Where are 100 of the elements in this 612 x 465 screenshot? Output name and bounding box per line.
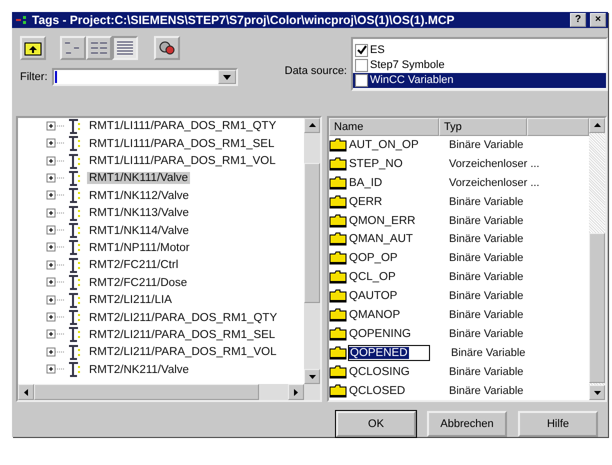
tree-item[interactable]: RMT2/LI211/LIA	[87, 294, 174, 306]
tree-item[interactable]: RMT2/FC211/Ctrl	[87, 259, 180, 272]
tag-icon	[69, 223, 81, 238]
tag-icon	[69, 240, 81, 256]
tree-item[interactable]: RMT1/NK114/Valve	[87, 224, 191, 237]
folder-icon	[329, 138, 347, 152]
scroll-down-icon[interactable]	[594, 390, 600, 394]
column-header[interactable]: Typ	[439, 118, 527, 136]
tag-type: Binäre Variable	[449, 214, 524, 227]
tag-name[interactable]: QCLOSING	[348, 366, 449, 378]
scroll-right-icon[interactable]	[294, 388, 298, 396]
tree-item[interactable]: RMT1/NP111/Motor	[87, 242, 192, 254]
tag-icon	[69, 188, 81, 204]
tree-item[interactable]: RMT1/LI111/PARA_DOS_RM1_VOL	[87, 155, 278, 167]
folder-icon	[329, 289, 347, 304]
tag-type: Vorzeichenloser ...	[449, 176, 540, 189]
tag-type: Binäre Variable	[449, 290, 524, 302]
tag-icon	[69, 275, 81, 290]
tree-item[interactable]: RMT1/NK111/Valve	[87, 172, 190, 184]
small-icons-view-icon	[64, 40, 82, 56]
app-icon	[16, 15, 28, 26]
tree-item[interactable]: RMT2/FC211/Dose	[87, 276, 190, 289]
folder-icon	[329, 308, 347, 322]
tag-type: Binäre Variable	[451, 346, 526, 359]
tag-name[interactable]: QOPENING	[348, 328, 449, 340]
tag-name[interactable]: QERR	[348, 196, 449, 208]
data-source-label: Data source:	[284, 64, 347, 77]
list-view-button[interactable]	[86, 36, 112, 60]
tag-name[interactable]: QMAN_AUT	[348, 233, 449, 246]
folder-icon	[329, 364, 347, 379]
name-edit-field[interactable]: QOPENED	[348, 344, 430, 361]
scroll-up-icon[interactable]	[594, 123, 600, 128]
scroll-left-icon[interactable]	[24, 388, 28, 396]
checkbox[interactable]	[355, 58, 368, 72]
folder-icon	[329, 384, 347, 398]
small-icons-view-button[interactable]	[60, 36, 86, 60]
tag-name[interactable]: QMANOP	[348, 308, 449, 321]
tag-name[interactable]: BA_ID	[348, 176, 449, 189]
vertical-scrollbar[interactable]	[589, 118, 605, 400]
horizontal-scrollbar[interactable]	[18, 384, 320, 400]
filter-view-button[interactable]	[154, 36, 180, 60]
tag-type: Binäre Variable	[449, 384, 524, 397]
data-source-item[interactable]: ES	[353, 42, 606, 58]
tree-item[interactable]: RMT1/NK113/Valve	[87, 207, 191, 220]
tag-type: Binäre Variable	[449, 138, 524, 151]
folder-icon	[329, 326, 347, 341]
tree-item[interactable]: RMT1/NK112/Valve	[87, 190, 191, 202]
tag-type: Binäre Variable	[449, 252, 524, 264]
tag-icon	[69, 154, 81, 168]
details-view-icon	[116, 40, 134, 56]
dropdown-arrow-icon[interactable]	[222, 74, 230, 80]
tree-item[interactable]: RMT2/LI211/PARA_DOS_RM1_SEL	[87, 328, 278, 341]
data-source-item[interactable]: Step7 Symbole	[353, 58, 606, 73]
folder-icon	[329, 214, 347, 228]
folder-icon	[329, 251, 347, 266]
tag-icon	[69, 327, 81, 342]
up-view-button[interactable]	[20, 36, 46, 60]
checkbox[interactable]	[355, 74, 368, 87]
scroll-down-icon[interactable]	[308, 374, 316, 378]
folder-up-icon	[24, 40, 42, 56]
details-view-button[interactable]	[112, 36, 138, 60]
tree-item[interactable]: RMT1/LI111/PARA_DOS_RM1_QTY	[87, 120, 278, 132]
close-button[interactable]: ×	[590, 13, 606, 28]
tree-item[interactable]: RMT2/NK211/Valve	[87, 364, 191, 376]
tag-type: Binäre Variable	[449, 196, 524, 208]
tag-icon	[69, 310, 81, 326]
folder-icon	[329, 156, 347, 171]
ok-button[interactable]: OK	[336, 411, 416, 437]
tag-type: Binäre Variable	[449, 366, 524, 378]
tag-name[interactable]: QMON_ERR	[348, 214, 449, 227]
tag-type: Binäre Variable	[449, 233, 524, 246]
tag-name[interactable]: AUT_ON_OP	[348, 138, 449, 151]
column-header[interactable]	[527, 118, 589, 136]
tag-type: Binäre Variable	[449, 271, 524, 284]
filter-label: Filter:	[20, 71, 48, 84]
help-button[interactable]: ?	[570, 13, 586, 28]
tag-type: Binäre Variable	[449, 328, 524, 340]
cancel-button[interactable]: Abbrechen	[427, 411, 507, 437]
tree-item[interactable]: RMT2/LI211/PARA_DOS_RM1_VOL	[87, 346, 278, 358]
tag-icon	[69, 170, 81, 186]
help-button[interactable]: Hilfe	[518, 411, 598, 437]
data-source-item[interactable]: WinCC Variablen	[353, 72, 606, 88]
tag-name[interactable]: STEP_NO	[348, 158, 449, 170]
checkbox[interactable]	[355, 44, 368, 57]
column-header[interactable]: Name	[329, 118, 439, 136]
tree-item[interactable]: RMT2/LI211/PARA_DOS_RM1_QTY	[87, 312, 280, 324]
vertical-scrollbar[interactable]	[304, 118, 320, 384]
tag-name[interactable]: QCL_OP	[348, 271, 449, 284]
scroll-up-icon[interactable]	[308, 123, 316, 128]
filter-icon	[158, 39, 176, 58]
tag-icon	[69, 362, 81, 378]
window-title: Tags - Project:C:\SIEMENS\STEP7\S7proj\Color\wincproj\OS(1)\OS(1).MCP	[32, 13, 456, 28]
tag-type: Vorzeichenloser ...	[449, 158, 540, 170]
tag-name[interactable]: QCLOSED	[348, 384, 449, 397]
tree-item[interactable]: RMT1/LI111/PARA_DOS_RM1_SEL	[87, 138, 276, 150]
tag-icon	[69, 136, 81, 152]
tag-icon	[69, 292, 81, 308]
tag-name[interactable]: QAUTOP	[348, 290, 449, 302]
tag-icon	[69, 206, 81, 221]
tag-name[interactable]: QOP_OP	[348, 252, 449, 264]
